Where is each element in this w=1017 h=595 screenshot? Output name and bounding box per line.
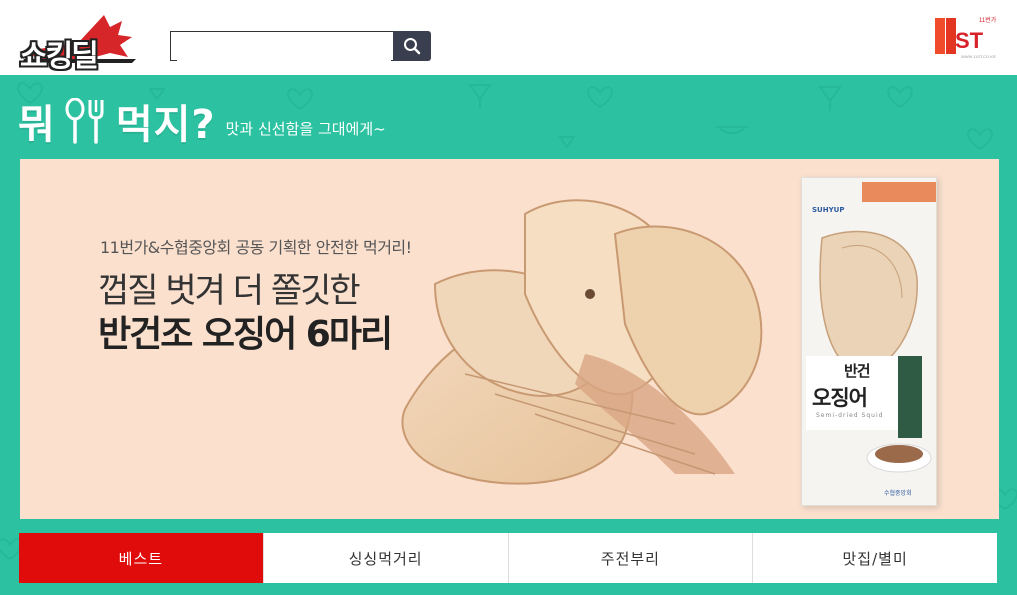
- package-title-2: 오징어: [812, 386, 868, 410]
- promo-small-text: 11번가&수협중앙회 공동 기획한 안전한 먹거리!: [100, 238, 412, 257]
- package-badge: SUHYUP: [812, 206, 845, 214]
- package-maker: 수협중앙회: [884, 490, 912, 497]
- banner-heading: 뭐 먹지? 맛과 신선함을 그대에게~: [18, 93, 386, 149]
- tab-gourmet[interactable]: 맛집/별미: [753, 533, 997, 583]
- tab-snacks[interactable]: 주전부리: [508, 533, 754, 583]
- header: 쇼킹딜 ST 11번가 WWW.11ST.CO.KR: [0, 0, 1017, 75]
- heading-right: 먹지?: [115, 102, 216, 148]
- tab-best[interactable]: 베스트: [19, 533, 264, 583]
- promo-headline-2: 반건조 오징어 6마리: [98, 314, 393, 355]
- shocking-deal-logo[interactable]: 쇼킹딜: [18, 13, 138, 74]
- package-green-band: [898, 356, 922, 438]
- 11st-logo[interactable]: ST 11번가 WWW.11ST.CO.KR: [935, 12, 1007, 62]
- package-title-box: 반건 오징어 Semi-dried Squid: [806, 356, 900, 430]
- svg-text:ST: ST: [955, 28, 984, 53]
- search-icon: [404, 38, 421, 55]
- package-squid-image: [819, 230, 918, 374]
- search-box: [170, 31, 394, 61]
- food-banner: 뭐 먹지? 맛과 신선함을 그대에게~ 11번가&수협중앙회 공동 기획한 안전…: [0, 75, 1017, 595]
- package-plate-image: [866, 443, 932, 473]
- heading-left: 뭐: [18, 102, 56, 148]
- package-title-en: Semi-dried Squid: [816, 412, 884, 419]
- dried-squid-image: [401, 199, 763, 485]
- fork-spoon-icon: [65, 98, 104, 144]
- search-input[interactable]: [177, 33, 391, 61]
- tab-fresh-food[interactable]: 싱싱먹거리: [263, 533, 509, 583]
- banner-subheading: 맛과 신선함을 그대에게~: [225, 119, 386, 138]
- product-package: SUHYUP 반건 오징어 Semi-dried Squid 수협중앙회: [801, 177, 937, 506]
- search-button[interactable]: [393, 31, 431, 61]
- brand-url: WWW.11ST.CO.KR: [961, 54, 996, 59]
- 11st-brand-icon: ST 11번가 WWW.11ST.CO.KR: [935, 16, 997, 59]
- logo-text: 쇼킹딜: [20, 39, 99, 74]
- package-title-1: 반건: [844, 362, 871, 380]
- brand-tag: 11번가: [979, 16, 997, 24]
- promo-banner[interactable]: 11번가&수협중앙회 공동 기획한 안전한 먹거리! 껍질 벗겨 더 쫄깃한 반…: [20, 159, 999, 519]
- category-tabs: 베스트 싱싱먹거리 주전부리 맛집/별미: [19, 533, 997, 583]
